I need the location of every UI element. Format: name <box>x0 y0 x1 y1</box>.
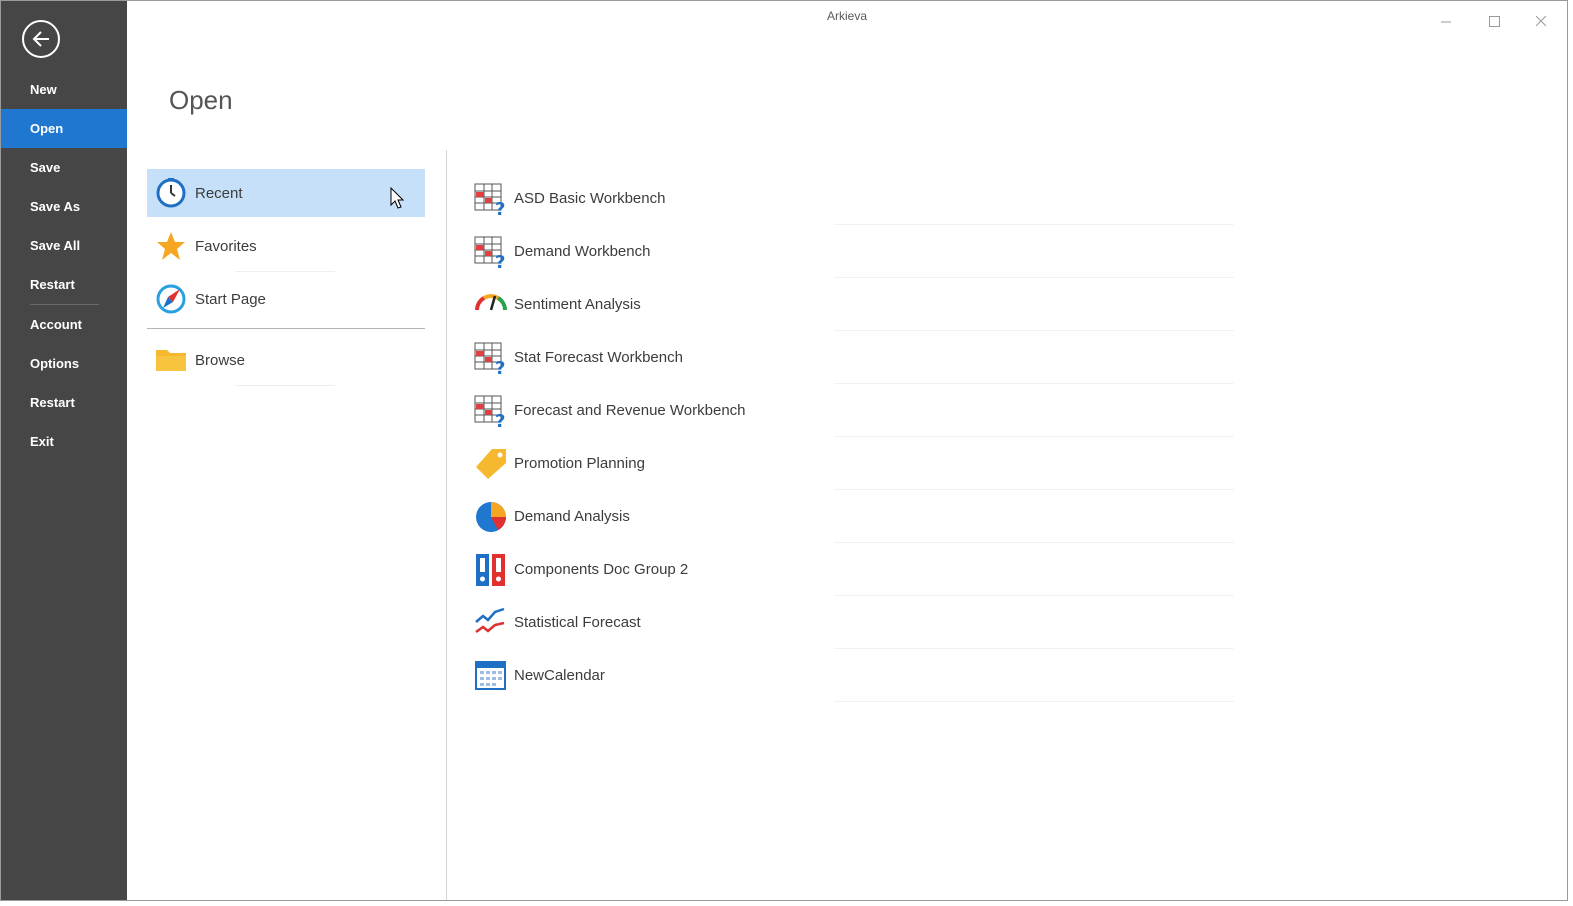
row-divider <box>235 385 335 386</box>
workbench-icon: ? <box>474 394 508 428</box>
places-divider <box>147 328 425 329</box>
line-chart-icon <box>474 606 508 640</box>
recent-item[interactable]: Sentiment Analysis <box>474 278 1274 331</box>
minimize-icon <box>1441 21 1451 23</box>
nav-item-restart[interactable]: Restart <box>1 265 127 304</box>
places-list: Recent Favorites Start Page Browse <box>147 169 425 389</box>
nav-item-options[interactable]: Options <box>1 344 127 383</box>
compass-icon <box>155 283 187 315</box>
close-icon <box>1535 15 1547 27</box>
star-icon <box>155 230 187 262</box>
recent-item-label: ASD Basic Workbench <box>514 190 666 207</box>
place-label: Browse <box>195 351 246 369</box>
place-favorites[interactable]: Favorites <box>147 222 425 272</box>
recent-item-label: Promotion Planning <box>514 455 645 472</box>
maximize-icon <box>1489 16 1500 27</box>
recent-item[interactable]: Demand Analysis <box>474 490 1274 543</box>
recent-item-label: Components Doc Group 2 <box>514 561 689 578</box>
recent-item-label: Forecast and Revenue Workbench <box>514 402 746 419</box>
recent-item[interactable]: Promotion Planning <box>474 437 1274 490</box>
panel-divider <box>446 150 447 900</box>
recent-item[interactable]: Statistical Forecast <box>474 596 1274 649</box>
pie-chart-icon <box>474 500 508 534</box>
recent-item[interactable]: ? Forecast and Revenue Workbench <box>474 384 1274 437</box>
mouse-cursor-icon <box>390 187 405 209</box>
recent-item-label: Demand Analysis <box>514 508 630 525</box>
svg-text:?: ? <box>495 358 505 375</box>
recent-item[interactable]: ? Demand Workbench <box>474 225 1274 278</box>
nav-item-new[interactable]: New <box>1 70 127 109</box>
recent-item[interactable]: Components Doc Group 2 <box>474 543 1274 596</box>
nav-item-save[interactable]: Save <box>1 148 127 187</box>
place-start-page[interactable]: Start Page <box>147 275 425 323</box>
nav-item-restart-2[interactable]: Restart <box>1 383 127 422</box>
arrow-left-icon <box>32 31 49 47</box>
row-divider <box>834 701 1234 702</box>
recent-item-label: Stat Forecast Workbench <box>514 349 683 366</box>
recent-item-label: Demand Workbench <box>514 243 651 260</box>
svg-text:?: ? <box>495 252 505 269</box>
minimize-button[interactable] <box>1435 10 1457 32</box>
workbench-icon: ? <box>474 235 508 269</box>
recent-item[interactable]: NewCalendar <box>474 649 1274 702</box>
nav-item-exit[interactable]: Exit <box>1 422 127 461</box>
place-browse[interactable]: Browse <box>147 336 425 386</box>
folder-icon <box>155 344 187 376</box>
place-label: Favorites <box>195 237 257 255</box>
tag-icon <box>474 447 508 481</box>
place-recent[interactable]: Recent <box>147 169 425 217</box>
svg-text:?: ? <box>495 199 505 216</box>
backstage-nav: New Open Save Save As Save All Restart A… <box>1 70 127 461</box>
recent-item[interactable]: ? ASD Basic Workbench <box>474 172 1274 225</box>
place-label: Start Page <box>195 290 266 308</box>
place-label: Recent <box>195 184 243 202</box>
recent-item-label: Sentiment Analysis <box>514 296 641 313</box>
recent-item-label: NewCalendar <box>514 667 605 684</box>
binders-icon <box>474 553 508 587</box>
clock-icon <box>155 177 187 209</box>
nav-item-save-as[interactable]: Save As <box>1 187 127 226</box>
maximize-button[interactable] <box>1483 10 1505 32</box>
backstage-sidebar: New Open Save Save As Save All Restart A… <box>1 1 127 900</box>
nav-item-save-all[interactable]: Save All <box>1 226 127 265</box>
row-divider <box>235 271 335 272</box>
workbench-icon: ? <box>474 341 508 375</box>
svg-text:?: ? <box>495 411 505 428</box>
recent-list: ? ASD Basic Workbench ? Demand Workbench <box>474 172 1274 702</box>
nav-item-open[interactable]: Open <box>1 109 127 148</box>
page-title: Open <box>169 85 233 115</box>
close-button[interactable] <box>1530 10 1552 32</box>
gauge-icon <box>474 288 508 322</box>
workbench-icon: ? <box>474 182 508 216</box>
recent-item-label: Statistical Forecast <box>514 614 641 631</box>
recent-item[interactable]: ? Stat Forecast Workbench <box>474 331 1274 384</box>
calendar-icon <box>474 659 508 693</box>
back-button[interactable] <box>22 20 60 58</box>
nav-item-account[interactable]: Account <box>1 305 127 344</box>
app-window: New Open Save Save As Save All Restart A… <box>0 0 1568 901</box>
window-title: Arkieva <box>826 9 867 23</box>
